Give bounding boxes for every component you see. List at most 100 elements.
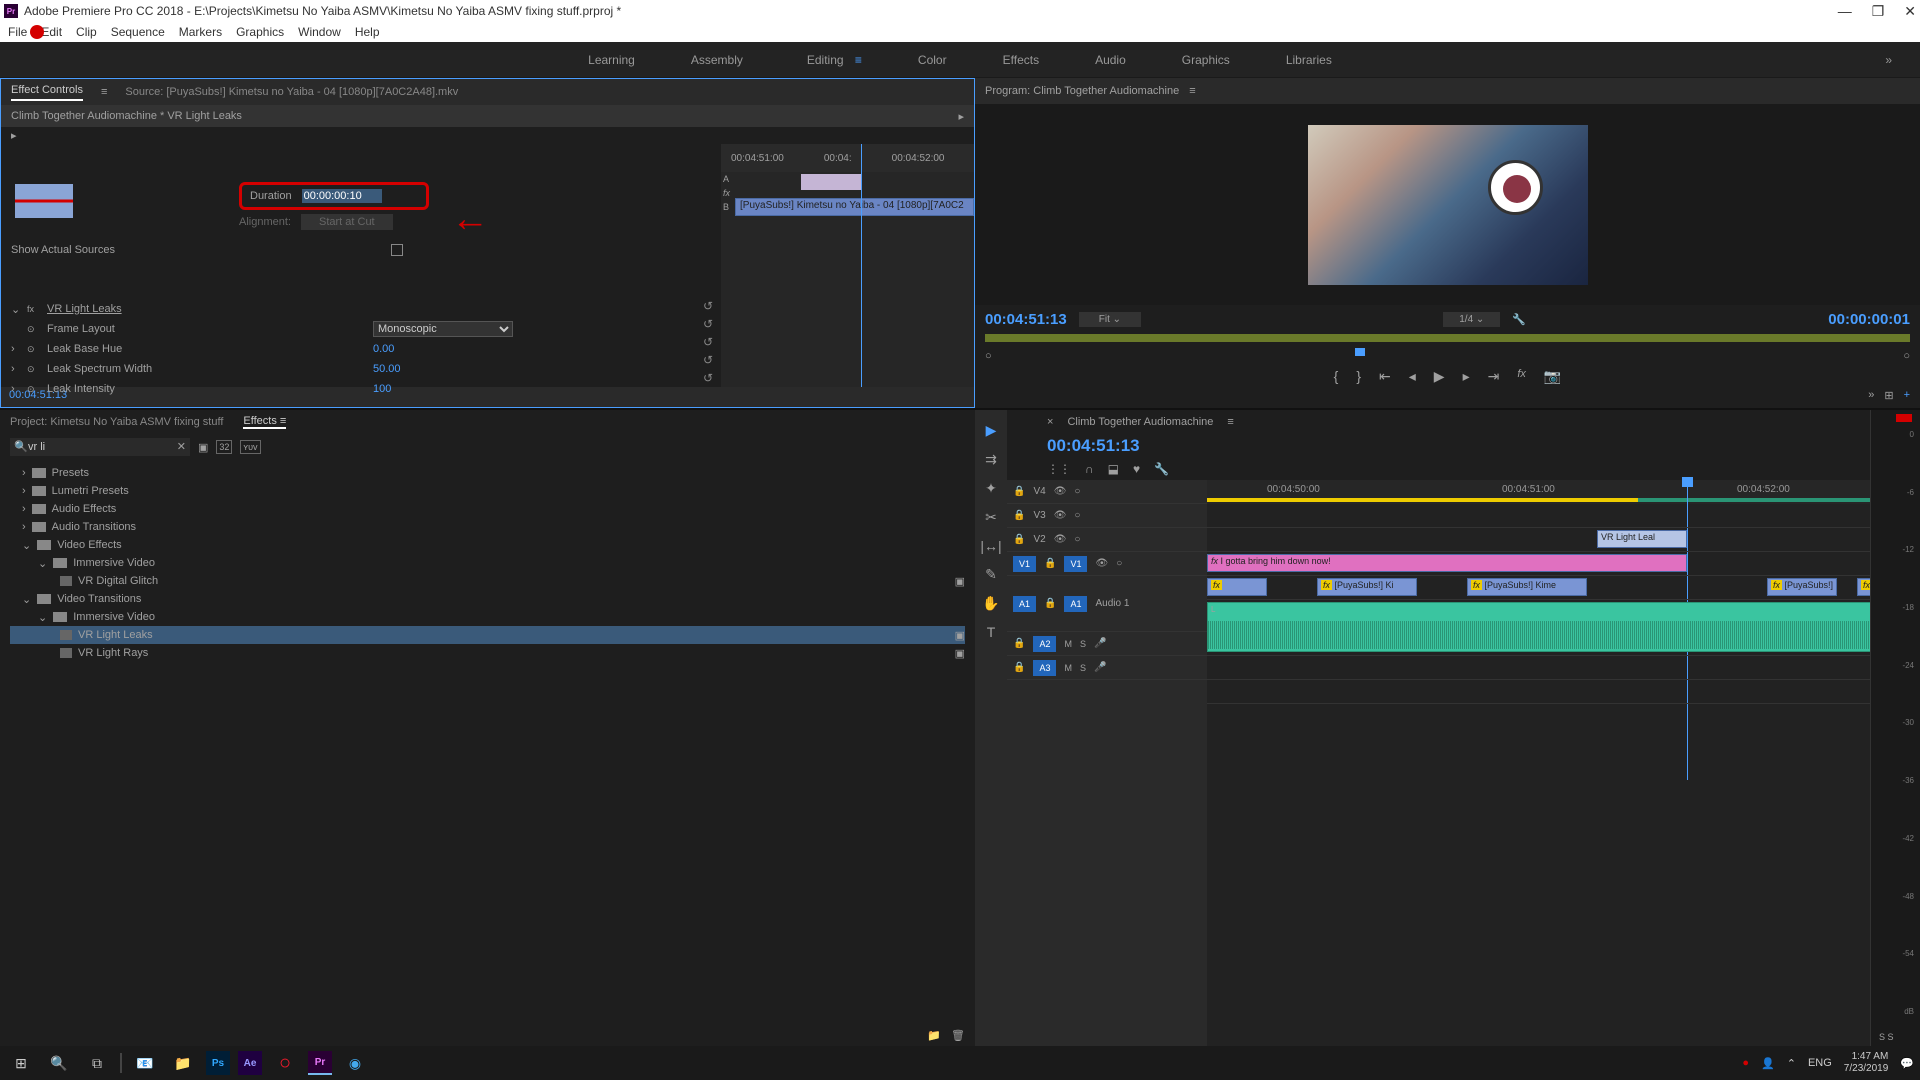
maximize-button[interactable]: ❐ <box>1872 3 1885 20</box>
marker-icon[interactable]: ⬓ <box>1108 462 1119 476</box>
ripple-tool[interactable]: ✦ <box>985 480 997 497</box>
menu-graphics[interactable]: Graphics <box>236 25 284 39</box>
track-select-tool[interactable]: ⇉ <box>985 451 997 468</box>
play-button[interactable]: ▶ <box>1434 368 1445 385</box>
tree-item[interactable]: VR Digital Glitch▣ <box>10 572 965 590</box>
play-icon-2[interactable]: ▸ <box>11 130 17 142</box>
reset-icon[interactable]: ↺ <box>703 299 713 313</box>
effects-tab[interactable]: Effects ≡ <box>243 415 286 429</box>
reset-icon[interactable]: ↺ <box>703 335 713 349</box>
v1-source-patch[interactable]: V1 <box>1013 556 1036 572</box>
workspace-learning[interactable]: Learning <box>580 49 643 71</box>
tray-chevron-icon[interactable]: ⌃ <box>1787 1057 1796 1070</box>
linked-selection-icon[interactable]: ∩ <box>1085 462 1094 476</box>
notifications-icon[interactable]: 💬 <box>1900 1057 1914 1070</box>
program-zoom-slider[interactable]: ○○ <box>985 350 1910 360</box>
clip-caption[interactable]: fx I gotta bring him down now! <box>1207 554 1687 572</box>
slip-tool[interactable]: |↔| <box>980 538 1001 554</box>
file-explorer-icon[interactable]: 📁 <box>168 1050 198 1076</box>
delete-icon[interactable]: 🗑 <box>951 1029 965 1042</box>
show-actual-sources-checkbox[interactable] <box>391 244 403 256</box>
add-icon[interactable]: + <box>1904 389 1910 402</box>
effect-name[interactable]: VR Light Leaks <box>47 303 122 315</box>
settings-icon[interactable]: 🔧 <box>1154 462 1169 476</box>
program-scrubber[interactable] <box>985 334 1910 342</box>
tree-item[interactable]: ›Audio Transitions <box>10 518 965 536</box>
tray-icon[interactable]: ● <box>1742 1057 1749 1069</box>
app-icon[interactable]: ◉ <box>340 1050 370 1076</box>
go-to-in-icon[interactable]: ⇤ <box>1379 368 1391 385</box>
a1-source-patch[interactable]: A1 <box>1013 596 1036 612</box>
project-tab[interactable]: Project: Kimetsu No Yaiba ASMV fixing st… <box>10 416 223 428</box>
reset-icon[interactable]: ↺ <box>703 371 713 385</box>
menu-file[interactable]: File <box>8 25 27 39</box>
clip-video[interactable]: fx [PuyaSubs!] K <box>1767 578 1837 596</box>
search-icon[interactable]: 🔍 <box>44 1050 74 1076</box>
preset-yuv-icon[interactable]: ʏᴜᴠ <box>240 440 260 454</box>
workspace-assembly[interactable]: Assembly <box>683 49 751 71</box>
photoshop-icon[interactable]: Ps <box>206 1051 230 1075</box>
pen-tool[interactable]: ✎ <box>985 566 997 583</box>
menu-help[interactable]: Help <box>355 25 380 39</box>
menu-window[interactable]: Window <box>298 25 341 39</box>
tree-item[interactable]: ›Lumetri Presets <box>10 482 965 500</box>
selection-tool[interactable]: ▶ <box>986 422 997 439</box>
resolution-select[interactable]: 1/4 ⌄ <box>1443 312 1500 327</box>
tree-item[interactable]: ⌄Immersive Video <box>10 608 965 626</box>
preset-32-icon[interactable]: 32 <box>216 440 232 454</box>
step-forward-icon[interactable]: ▸ <box>1463 368 1470 385</box>
alignment-dropdown[interactable]: Start at Cut <box>301 214 393 230</box>
panel-menu-icon[interactable]: ≡ <box>101 86 107 98</box>
workspace-audio[interactable]: Audio <box>1087 49 1134 71</box>
tree-item[interactable]: ⌄Video Transitions <box>10 590 965 608</box>
reset-icon[interactable]: ↺ <box>703 353 713 367</box>
tree-item[interactable]: VR Light Leaks▣ <box>10 626 965 644</box>
people-icon[interactable]: 👤 <box>1761 1057 1775 1070</box>
mark-out-icon[interactable]: } <box>1356 368 1361 385</box>
go-to-out-icon[interactable]: ⇥ <box>1488 368 1500 385</box>
hand-tool[interactable]: ✋ <box>982 595 999 612</box>
ec-clip-b[interactable]: [PuyaSubs!] Kimetsu no Yaiba - 04 [1080p… <box>735 198 974 216</box>
clip-audio[interactable]: L <box>1207 602 1920 652</box>
step-back-icon[interactable]: ◂ <box>1409 368 1416 385</box>
razor-tool[interactable]: ✂ <box>985 509 997 526</box>
mail-icon[interactable]: 📧 <box>130 1050 160 1076</box>
overflow-icon[interactable]: » <box>1868 389 1874 402</box>
tree-item[interactable]: VR Light Rays▣ <box>10 644 965 662</box>
timeline-tracks-area[interactable]: 00:04:50:00 00:04:51:00 00:04:52:00 00:0… <box>1207 480 1870 1046</box>
preset-badge-icon[interactable]: ▣ <box>198 441 208 454</box>
panel-menu-icon[interactable]: ≡ <box>1189 85 1195 97</box>
timeline-timecode[interactable]: 00:04:51:13 <box>1007 434 1870 458</box>
opera-icon[interactable]: ○ <box>270 1050 300 1076</box>
add-marker-icon[interactable]: ♥ <box>1133 462 1140 476</box>
workspace-graphics[interactable]: Graphics <box>1174 49 1238 71</box>
menu-sequence[interactable]: Sequence <box>111 25 165 39</box>
menu-clip[interactable]: Clip <box>76 25 97 39</box>
workspace-editing[interactable]: Editing ≡ <box>791 49 870 71</box>
tree-item[interactable]: ›Audio Effects <box>10 500 965 518</box>
close-seq-icon[interactable]: × <box>1047 416 1053 428</box>
ec-mini-ruler[interactable]: 00:04:51:00 00:04: 00:04:52:00 <box>721 144 974 172</box>
duration-input[interactable] <box>302 189 382 203</box>
start-button[interactable]: ⊞ <box>6 1050 36 1076</box>
workspace-libraries[interactable]: Libraries <box>1278 49 1340 71</box>
base-hue-value[interactable]: 0.00 <box>373 343 394 355</box>
type-tool[interactable]: T <box>987 624 996 640</box>
tree-item[interactable]: ›Presets <box>10 464 965 482</box>
clear-search-icon[interactable]: ✕ <box>177 440 186 453</box>
menu-edit[interactable]: Edit <box>41 25 62 39</box>
program-timecode[interactable]: 00:04:51:13 <box>985 311 1067 328</box>
minimize-button[interactable]: — <box>1838 3 1852 20</box>
tree-item[interactable]: ⌄Immersive Video <box>10 554 965 572</box>
reset-icon[interactable]: ↺ <box>703 317 713 331</box>
snap-icon[interactable]: ⋮⋮ <box>1047 462 1071 476</box>
program-video-area[interactable] <box>975 104 1920 305</box>
transition-block-a[interactable] <box>801 174 861 190</box>
after-effects-icon[interactable]: Ae <box>238 1051 262 1075</box>
spectrum-width-value[interactable]: 50.00 <box>373 363 401 375</box>
close-button[interactable]: ✕ <box>1904 3 1916 20</box>
clip-video[interactable]: fx [PuyaSubs!] Kime <box>1467 578 1587 596</box>
new-bin-icon[interactable]: 📁 <box>927 1029 941 1042</box>
frame-layout-select[interactable]: Monoscopic <box>373 321 513 337</box>
mark-in-icon[interactable]: { <box>1334 368 1339 385</box>
